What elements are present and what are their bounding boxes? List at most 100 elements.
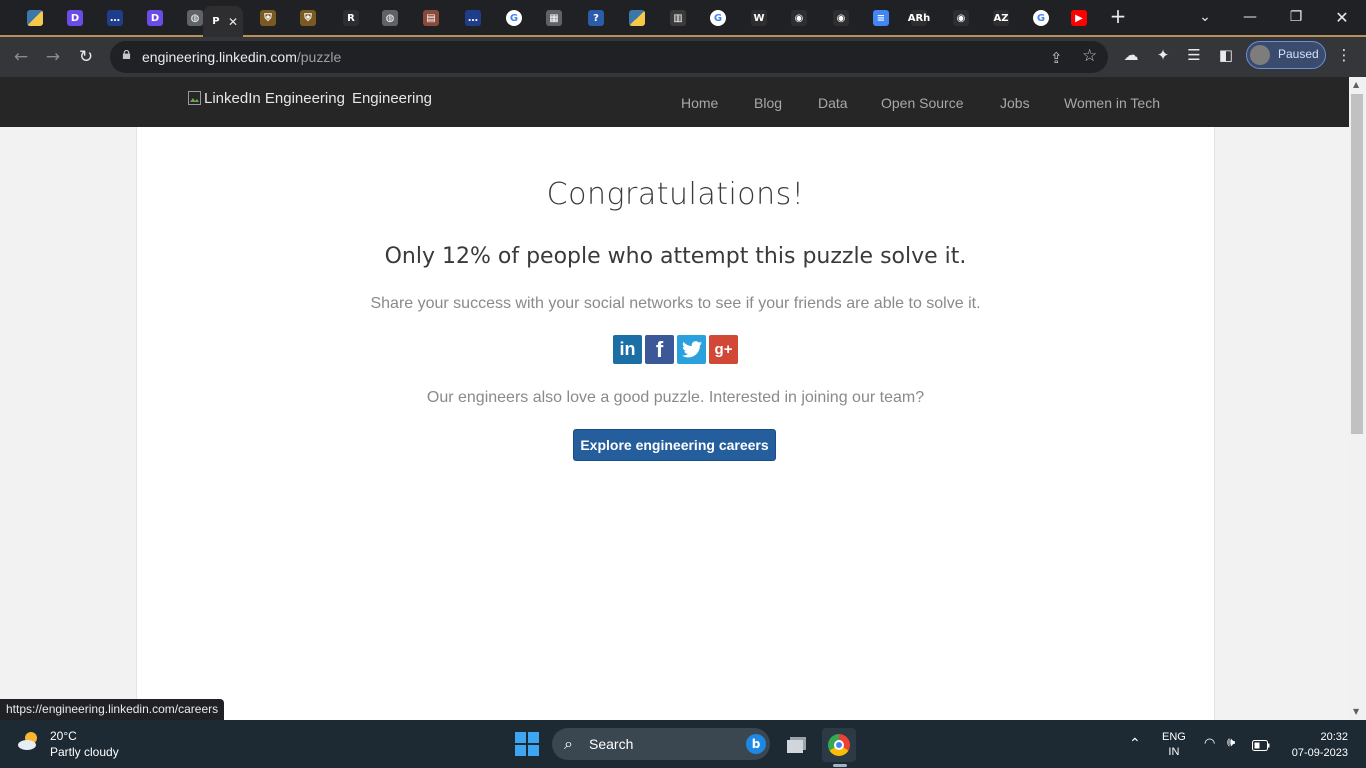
weather-condition: Partly cloudy: [50, 745, 119, 759]
browser-tab[interactable]: G: [1023, 6, 1059, 30]
nav-link-blog[interactable]: Blog: [754, 95, 782, 111]
clock-date: 07-09-2023: [1291, 747, 1348, 759]
page-scrollbar[interactable]: ▲ ▼: [1349, 77, 1366, 720]
tab-strip: D… D ◍ P ✕ ⛨ ⛨ R ◍ ▤… G ▦? ▥ G W ◉ ◉ ≡ ARh ◉ AZ G ▶ + ⌄ — ❐ ✕: [0, 0, 1366, 37]
browser-tab[interactable]: ▥: [660, 6, 696, 30]
browser-tab[interactable]: W: [741, 6, 777, 30]
side-panel-icon[interactable]: ◧: [1215, 46, 1237, 64]
logo-label: Engineering: [351, 90, 433, 107]
python-icon: [27, 10, 43, 26]
browser-tab[interactable]: P ✕: [203, 6, 243, 37]
d-app-icon: D: [67, 10, 83, 26]
browser-menu-icon[interactable]: ⋮: [1333, 46, 1355, 64]
browser-tab[interactable]: D: [137, 6, 173, 30]
restore-icon[interactable]: ❐: [1276, 4, 1316, 30]
card-app-icon: ▤: [423, 10, 439, 26]
browser-tab[interactable]: ▤: [413, 6, 449, 30]
share-icon[interactable]: ⇪: [1050, 49, 1063, 67]
explore-careers-button[interactable]: Explore engineering careers: [573, 429, 776, 461]
avatar: [1250, 45, 1270, 65]
close-tab-icon[interactable]: ✕: [228, 15, 238, 29]
dots-app-icon: …: [465, 10, 481, 26]
temperature: 20°C: [50, 729, 77, 743]
linkedin-icon[interactable]: in: [613, 335, 642, 364]
globe-icon: ◍: [382, 10, 398, 26]
browser-tab[interactable]: …: [455, 6, 491, 30]
wifi-icon[interactable]: ◠: [1204, 735, 1215, 751]
browser-tab[interactable]: [619, 6, 655, 30]
browser-tab[interactable]: G: [496, 6, 532, 30]
reload-icon[interactable]: ↻: [74, 45, 98, 69]
nav-link-home[interactable]: Home: [681, 95, 718, 111]
google-icon: G: [506, 10, 522, 26]
show-hidden-icons-icon[interactable]: ⌃: [1129, 735, 1141, 752]
forward-icon[interactable]: →: [41, 45, 65, 69]
taskbar-search[interactable]: ⌕ Search b: [552, 728, 770, 760]
weather-widget[interactable]: 20°C Partly cloudy: [16, 728, 119, 760]
extension-cloud-icon[interactable]: ☁: [1120, 46, 1142, 64]
windows-start-icon[interactable]: [515, 732, 539, 756]
facebook-icon[interactable]: f: [645, 335, 674, 364]
page-title: Congratulations!: [546, 177, 805, 212]
back-icon[interactable]: ←: [9, 45, 33, 69]
extensions-puzzle-icon[interactable]: ✦: [1152, 46, 1174, 64]
twitter-icon[interactable]: [677, 335, 706, 364]
browser-tab[interactable]: ≡: [863, 6, 899, 30]
browser-tab[interactable]: ARh: [901, 6, 937, 30]
chrome-logo: [828, 734, 850, 756]
google-plus-icon[interactable]: g+: [709, 335, 738, 364]
scroll-up-icon[interactable]: ▲: [1353, 80, 1359, 89]
chrome-taskbar-icon[interactable]: [822, 728, 856, 762]
browser-tab[interactable]: …: [97, 6, 133, 30]
tab-search-icon[interactable]: ⌄: [1185, 4, 1225, 30]
main-content: Congratulations! Only 12% of people who …: [136, 127, 1215, 720]
clock[interactable]: 20:32 07-09-2023: [1290, 729, 1348, 761]
active-app-indicator: [833, 764, 847, 767]
puzzle-page-icon: P: [207, 13, 224, 30]
scroll-down-icon[interactable]: ▼: [1353, 707, 1359, 716]
media-control-icon[interactable]: ☰: [1183, 46, 1205, 64]
address-bar[interactable]: engineering.linkedin.com/puzzle ⇪ ☆: [110, 41, 1108, 73]
volume-icon[interactable]: 🕪: [1227, 734, 1235, 750]
browser-tab[interactable]: ◉: [823, 6, 859, 30]
battery-icon[interactable]: [1252, 738, 1270, 756]
browser-tab[interactable]: ?: [578, 6, 614, 30]
bookmark-star-icon[interactable]: ☆: [1082, 46, 1097, 66]
language-indicator[interactable]: ENG IN: [1162, 730, 1186, 760]
nav-link-women-in-tech[interactable]: Women in Tech: [1064, 95, 1160, 111]
browser-tab[interactable]: [17, 6, 53, 30]
task-view-icon[interactable]: [780, 728, 814, 762]
careers-prompt: Our engineers also love a good puzzle. I…: [426, 389, 925, 406]
browser-tab[interactable]: ◉: [943, 6, 979, 30]
d-app-icon: D: [147, 10, 163, 26]
nav-link-open-source[interactable]: Open Source: [881, 95, 964, 111]
browser-tab[interactable]: G: [700, 6, 736, 30]
browser-toolbar: ← → ↻ engineering.linkedin.com/puzzle ⇪ …: [0, 37, 1366, 77]
browser-tab[interactable]: ◍: [372, 6, 408, 30]
browser-tab[interactable]: ▦: [536, 6, 572, 30]
github-icon: ◉: [953, 10, 969, 26]
nav-link-data[interactable]: Data: [818, 95, 848, 111]
close-window-icon[interactable]: ✕: [1322, 4, 1362, 30]
az-app-icon: AZ: [993, 10, 1009, 26]
nav-link-jobs[interactable]: Jobs: [1000, 95, 1030, 111]
browser-tab[interactable]: D: [57, 6, 93, 30]
clock-time: 20:32: [1320, 731, 1348, 743]
github-icon: ◉: [791, 10, 807, 26]
browser-tab[interactable]: ▶: [1061, 6, 1097, 30]
browser-tab[interactable]: AZ: [983, 6, 1019, 30]
url-text: engineering.linkedin.com/puzzle: [142, 49, 342, 65]
browser-tab[interactable]: R: [333, 6, 369, 30]
profile-button[interactable]: Paused: [1246, 41, 1326, 69]
minimize-icon[interactable]: —: [1230, 4, 1270, 30]
doc-thumb-icon: ▦: [546, 10, 562, 26]
google-icon: G: [1033, 10, 1049, 26]
browser-tab[interactable]: ⛨: [290, 6, 326, 30]
taskbar: 20°C Partly cloudy ⌕ Search b ⌃ ENG IN ◠…: [0, 720, 1366, 768]
browser-tab[interactable]: ◉: [781, 6, 817, 30]
new-tab-button[interactable]: +: [1099, 3, 1137, 29]
browser-tab[interactable]: ⛨: [250, 6, 286, 30]
scrollbar-thumb[interactable]: [1351, 94, 1363, 434]
site-logo[interactable]: LinkedIn Engineering Engineering: [188, 90, 432, 107]
search-icon: ⌕: [564, 734, 573, 753]
